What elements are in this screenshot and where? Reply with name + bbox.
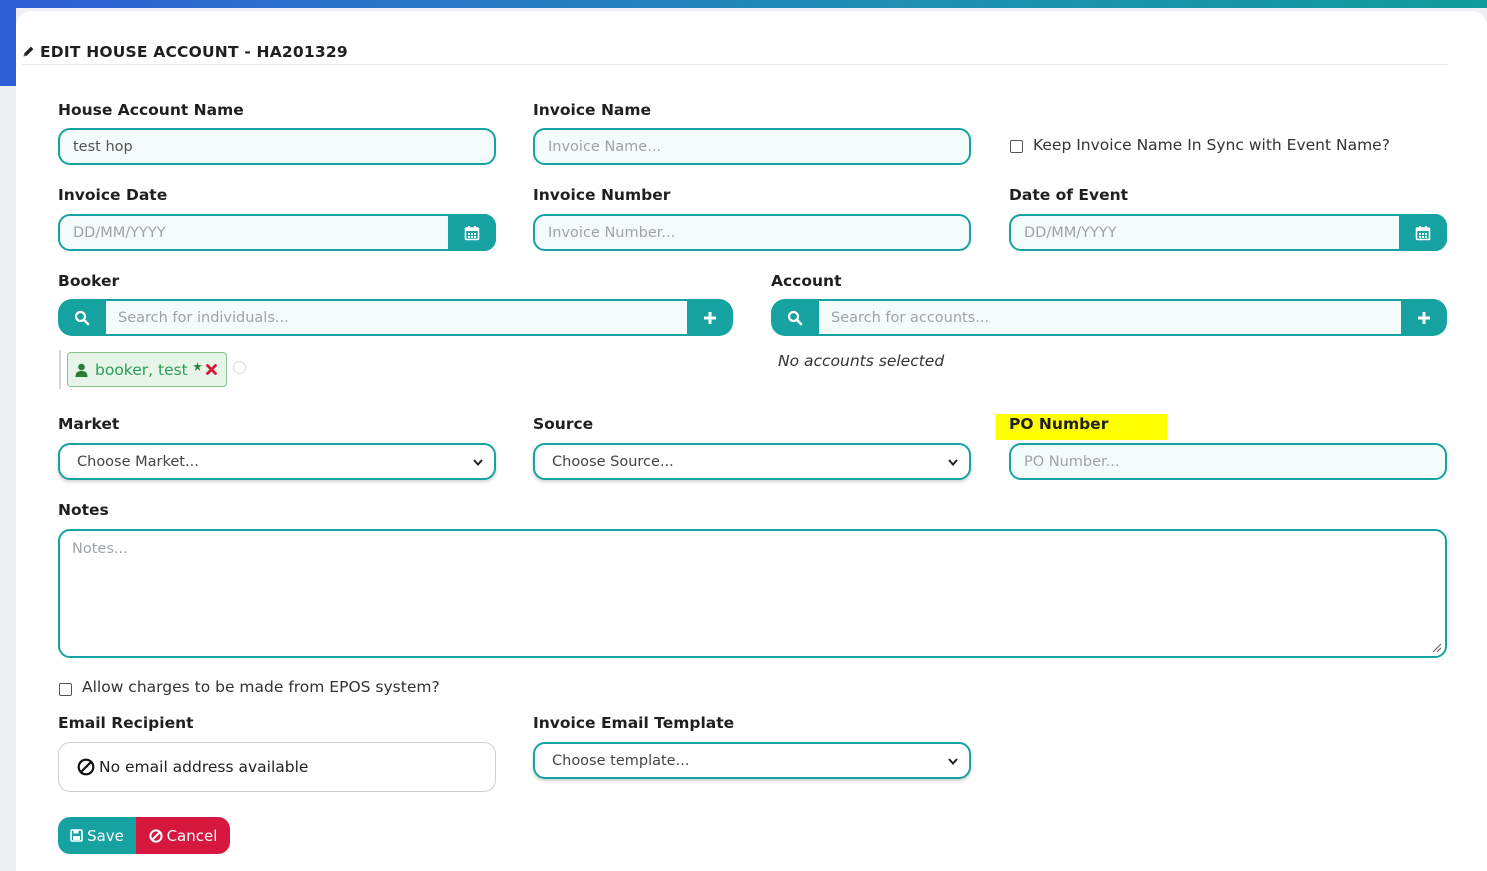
notes-textarea[interactable]: Notes... [58,529,1447,658]
modal-header: EDIT HOUSE ACCOUNT - HA201329 [22,20,1448,65]
booker-label: Booker [58,272,120,290]
chevron-down-icon [948,459,958,467]
booker-search-button[interactable] [58,299,106,336]
cancel-button-label: Cancel [166,826,218,845]
account-search-group: Search for accounts... [771,299,1447,336]
po-number-label: PO Number [1009,415,1109,433]
account-search-input[interactable]: Search for accounts... [819,301,1401,334]
save-icon [70,829,83,842]
market-select[interactable]: Choose Market... [58,443,496,480]
po-number-placeholder: PO Number... [1024,453,1120,470]
email-recipient-box: No email address available [58,742,496,792]
invoice-email-template-select[interactable]: Choose template... [533,742,971,779]
save-button[interactable]: Save [58,817,136,854]
date-of-event-input[interactable]: DD/MM/YYYY [1009,214,1447,251]
calendar-icon [1415,225,1431,240]
invoice-number-label: Invoice Number [533,186,671,204]
market-label: Market [58,415,120,433]
chevron-down-icon [473,459,483,467]
allow-epos-checkbox[interactable] [59,683,72,696]
side-accent-bar [0,0,16,86]
booker-chip-label: booker, test [95,360,188,379]
modal-title: EDIT HOUSE ACCOUNT - HA201329 [22,43,348,61]
no-accounts-text: No accounts selected [778,352,945,370]
search-icon [787,310,803,325]
pencil-icon [23,46,34,57]
invoice-name-label: Invoice Name [533,101,652,119]
calendar-icon [464,225,480,240]
source-label: Source [533,415,594,433]
keep-sync-label: Keep Invoice Name In Sync with Event Nam… [1033,136,1390,154]
booker-search-placeholder: Search for individuals... [118,309,289,326]
house-account-name-input[interactable]: test hop [58,128,496,165]
source-selected: Choose Source... [552,453,674,470]
invoice-date-calendar-button[interactable] [448,214,496,251]
star-icon[interactable] [192,362,202,371]
add-booker-button[interactable] [687,299,733,336]
search-icon [74,310,90,325]
booker-chip-divider [59,350,61,389]
chevron-down-icon [948,758,958,766]
chip-radio[interactable] [233,361,246,374]
invoice-date-input[interactable]: DD/MM/YYYY [58,214,496,251]
invoice-number-input[interactable]: Invoice Number... [533,214,971,251]
invoice-date-placeholder: DD/MM/YYYY [73,224,166,241]
date-of-event-placeholder: DD/MM/YYYY [1024,224,1117,241]
save-button-label: Save [87,826,124,845]
plus-icon [704,311,716,324]
resize-grip-icon[interactable] [1432,643,1442,653]
account-search-button[interactable] [771,299,819,336]
top-accent-bar [0,0,1487,8]
booker-search-input[interactable]: Search for individuals... [106,301,687,334]
booker-search-group: Search for individuals... [58,299,733,336]
account-label: Account [771,272,842,290]
date-of-event-calendar-button[interactable] [1399,214,1447,251]
plus-icon [1418,311,1430,324]
email-recipient-label: Email Recipient [58,714,194,732]
date-of-event-label: Date of Event [1009,186,1129,204]
house-account-name-value: test hop [73,138,133,155]
modal-title-text: EDIT HOUSE ACCOUNT - HA201329 [40,43,348,61]
booker-chip: booker, test [67,352,227,387]
keep-sync-checkbox[interactable] [1010,140,1023,153]
market-selected: Choose Market... [77,453,199,470]
house-account-name-label: House Account Name [58,101,244,119]
invoice-name-placeholder: Invoice Name... [548,138,662,155]
user-icon [75,363,88,377]
invoice-email-template-label: Invoice Email Template [533,714,735,732]
cancel-button[interactable]: Cancel [136,817,230,854]
ban-icon [77,758,95,776]
source-select[interactable]: Choose Source... [533,443,971,480]
email-recipient-value: No email address available [99,758,309,776]
account-search-placeholder: Search for accounts... [831,309,990,326]
remove-icon[interactable] [205,364,217,375]
ban-icon [148,828,163,843]
invoice-date-label: Invoice Date [58,186,168,204]
notes-label: Notes [58,501,109,519]
invoice-email-template-selected: Choose template... [552,752,690,769]
po-number-input[interactable]: PO Number... [1009,443,1447,480]
notes-placeholder: Notes... [72,541,128,557]
invoice-name-input[interactable]: Invoice Name... [533,128,971,165]
invoice-number-placeholder: Invoice Number... [548,224,676,241]
add-account-button[interactable] [1401,299,1447,336]
allow-epos-label: Allow charges to be made from EPOS syste… [82,678,440,696]
